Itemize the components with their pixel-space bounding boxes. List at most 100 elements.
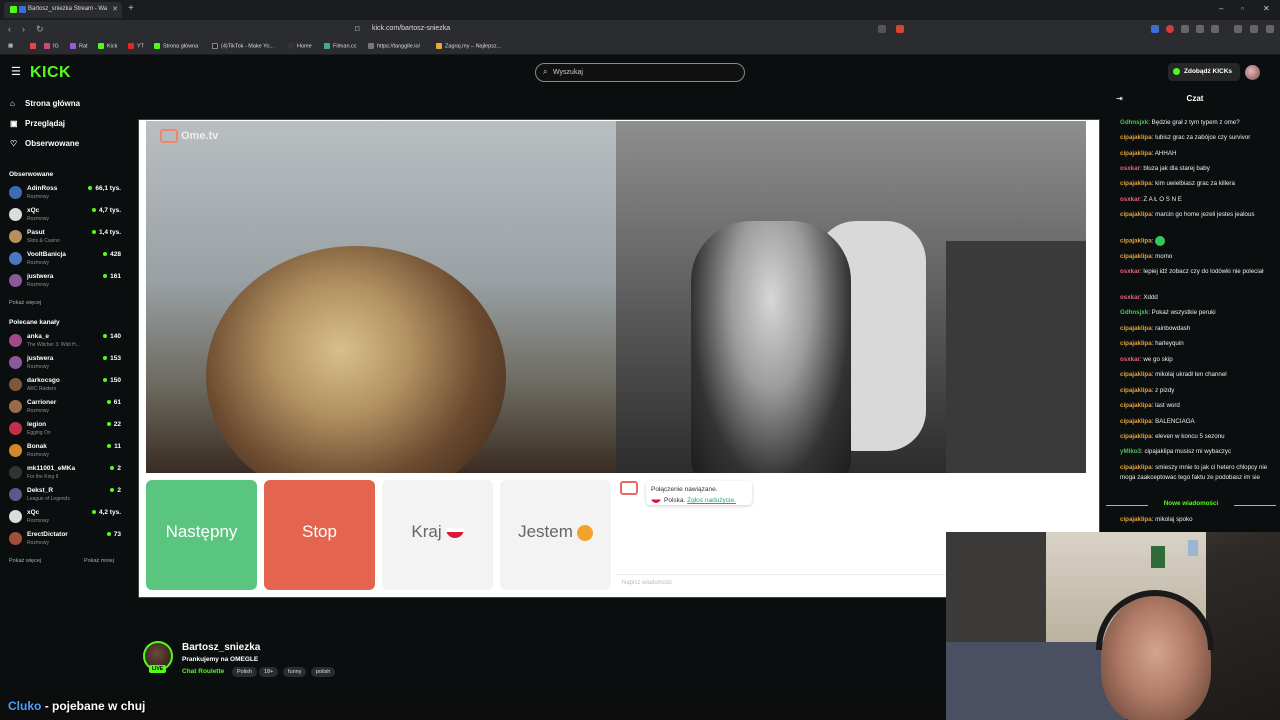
share-icon[interactable] xyxy=(878,25,886,33)
stream-tag[interactable]: funny xyxy=(283,667,307,677)
video-player[interactable]: Ome.tv Następny Stop Kraj Jestem Połącze… xyxy=(138,119,1100,598)
chat-username[interactable]: cipajaklipa xyxy=(1120,238,1152,245)
get-kicks-button[interactable]: Zdobądź KICKs xyxy=(1168,63,1240,81)
close-window-icon[interactable]: ✕ xyxy=(1263,4,1270,13)
bookmark[interactable]: Zagraj.my – Najlepsz... xyxy=(436,43,501,49)
chat-username[interactable]: cipajaklipa xyxy=(1120,150,1152,157)
bookmark[interactable]: https://tangglle.io/ xyxy=(368,43,420,49)
nav-home[interactable]: ⌂ Strona główna xyxy=(10,99,80,108)
stream-tag[interactable]: polish xyxy=(311,667,336,677)
bookmark[interactable]: (4)TikTok - Make Yo... xyxy=(212,43,274,49)
channel-item[interactable]: legion Egging On 22 xyxy=(9,420,121,440)
gender-button[interactable]: Jestem xyxy=(500,480,611,590)
show-more-link[interactable]: Pokaż więcej xyxy=(9,300,41,306)
next-button[interactable]: Następny xyxy=(146,480,257,590)
bookmark[interactable]: Home xyxy=(288,43,312,49)
url-field[interactable]: kick.com/bartosz-sniezka xyxy=(372,25,450,32)
bookmark[interactable]: YT xyxy=(128,43,144,49)
stream-tag[interactable]: 18+ xyxy=(259,667,279,677)
forward-icon[interactable]: › xyxy=(22,24,25,34)
hamburger-menu-icon[interactable]: ☰ xyxy=(11,65,21,78)
chat-username[interactable]: cipajaklipa xyxy=(1120,180,1152,187)
channel-item[interactable]: VooltBanicja Rozmowy 428 xyxy=(9,250,121,270)
chat-username[interactable]: cipajaklipa xyxy=(1120,418,1152,425)
chat-username[interactable]: cipajaklipa xyxy=(1120,325,1152,332)
country-button[interactable]: Kraj xyxy=(382,480,493,590)
reload-icon[interactable]: ↻ xyxy=(36,24,44,35)
chat-username[interactable]: Gdhnsjxk xyxy=(1120,309,1148,316)
channel-item[interactable]: xQc Rozmowy 4,7 tys. xyxy=(9,206,121,226)
channel-avatar xyxy=(9,186,22,199)
new-tab-icon[interactable]: + xyxy=(128,3,134,14)
bookmark[interactable]: IG xyxy=(44,43,59,49)
menu-icon[interactable] xyxy=(1266,25,1274,33)
channel-item[interactable]: xQc Rozmowy 4,2 tys. xyxy=(9,508,121,528)
wallet-icon[interactable] xyxy=(1250,25,1258,33)
extension-icon[interactable] xyxy=(1181,25,1189,33)
channel-item[interactable]: ErectDictator Rozmowy 73 xyxy=(9,530,121,550)
chat-username[interactable]: osxkar xyxy=(1120,196,1140,203)
chat-message: osxkar: we go skip xyxy=(1120,356,1173,363)
bookmark[interactable]: Strona główna xyxy=(154,43,198,49)
chat-username[interactable]: cipajaklipa xyxy=(1120,464,1152,471)
nav-browse[interactable]: ▣ Przeglądaj xyxy=(10,119,65,128)
channel-item[interactable]: AdinRoss Rozmowy 66,1 tys. xyxy=(9,184,121,204)
extension-icon[interactable] xyxy=(1151,25,1159,33)
sidebar-icon[interactable] xyxy=(1211,25,1219,33)
stop-button[interactable]: Stop xyxy=(264,480,375,590)
chat-message: osxkar: Xddd xyxy=(1120,294,1158,301)
chat-username[interactable]: cipajaklipa xyxy=(1120,340,1152,347)
channel-item[interactable]: mk11001_eMKa For the King II 2 xyxy=(9,464,121,484)
chat-username[interactable]: cipajaklipa xyxy=(1120,402,1152,409)
channel-item[interactable]: justwera Rozmowy 153 xyxy=(9,354,121,374)
bookmark[interactable]: Kick xyxy=(98,43,117,49)
user-avatar[interactable] xyxy=(1245,65,1260,80)
report-link[interactable]: Zgłoś nadużycie. xyxy=(687,497,736,504)
record-icon[interactable] xyxy=(1166,25,1174,33)
chat-username[interactable]: cipajaklipa xyxy=(1120,253,1152,260)
stream-category[interactable]: Chat Roulette xyxy=(182,668,224,675)
brave-shield-icon[interactable] xyxy=(896,25,904,33)
minimize-icon[interactable]: – xyxy=(1219,4,1223,13)
stream-tag[interactable]: Polish xyxy=(232,667,257,677)
browser-tab[interactable]: Bartosz_sniezka Stream - Wa ✕ xyxy=(4,2,122,18)
channel-item[interactable]: Pasut Slots & Casino 1,4 tys. xyxy=(9,228,121,248)
show-less-link[interactable]: Pokaż mniej xyxy=(84,558,114,564)
extension-icon[interactable] xyxy=(1196,25,1204,33)
chat-username[interactable]: cipajaklipa xyxy=(1120,211,1152,218)
show-more-link[interactable]: Pokaż więcej xyxy=(9,558,41,564)
chat-username[interactable]: osxkar xyxy=(1120,356,1140,363)
bookmark[interactable] xyxy=(30,43,39,49)
apps-icon[interactable]: ▦ xyxy=(8,43,13,49)
chat-username[interactable]: cipajaklipa xyxy=(1120,134,1152,141)
channel-item[interactable]: anka_e The Witcher 3: Wild H... 140 xyxy=(9,332,121,352)
channel-item[interactable]: Bonak Rozmowy 11 xyxy=(9,442,121,462)
bookmark[interactable]: Filman.cc xyxy=(324,43,357,49)
channel-item[interactable]: Carrioner Rozmowy 61 xyxy=(9,398,121,418)
close-tab-icon[interactable]: ✕ xyxy=(112,5,118,13)
bookmark[interactable]: Rat xyxy=(70,43,88,49)
chat-username[interactable]: osxkar xyxy=(1120,165,1140,172)
new-messages-divider[interactable]: Nowe wiadomości xyxy=(1102,500,1280,510)
chat-username[interactable]: Gdhnsjxk xyxy=(1120,119,1148,126)
channel-item[interactable]: Dekst_R League of Legends 2 xyxy=(9,486,121,506)
chat-username[interactable]: osxkar xyxy=(1120,294,1140,301)
nav-following[interactable]: ♡ Obserwowane xyxy=(10,139,79,148)
chat-message: cipajaklipa: marcin go home jezeli jeste… xyxy=(1120,211,1255,218)
chat-username[interactable]: cipajaklipa xyxy=(1120,433,1152,440)
channel-category: Slots & Casino xyxy=(27,238,60,244)
chat-username[interactable]: yMiko3 xyxy=(1120,448,1141,455)
kick-logo[interactable]: KICK xyxy=(30,64,71,82)
maximize-icon[interactable]: ▫ xyxy=(1241,4,1244,13)
channel-item[interactable]: darkocsgo ARC Raiders 150 xyxy=(9,376,121,396)
chat-username[interactable]: cipajaklipa xyxy=(1120,387,1152,394)
chat-username[interactable]: cipajaklipa xyxy=(1120,371,1152,378)
chat-username[interactable]: cipajaklipa xyxy=(1120,516,1152,523)
search-input[interactable]: ⌕ Wyszukaj xyxy=(535,63,745,82)
bookmark-page-icon[interactable]: ⌑ xyxy=(355,24,360,35)
music-icon[interactable] xyxy=(1234,25,1242,33)
streamer-name[interactable]: Bartosz_sniezka xyxy=(182,642,260,653)
chat-username[interactable]: osxkar xyxy=(1120,268,1140,275)
channel-item[interactable]: justwera Rozmowy 161 xyxy=(9,272,121,292)
back-icon[interactable]: ‹ xyxy=(8,24,11,34)
